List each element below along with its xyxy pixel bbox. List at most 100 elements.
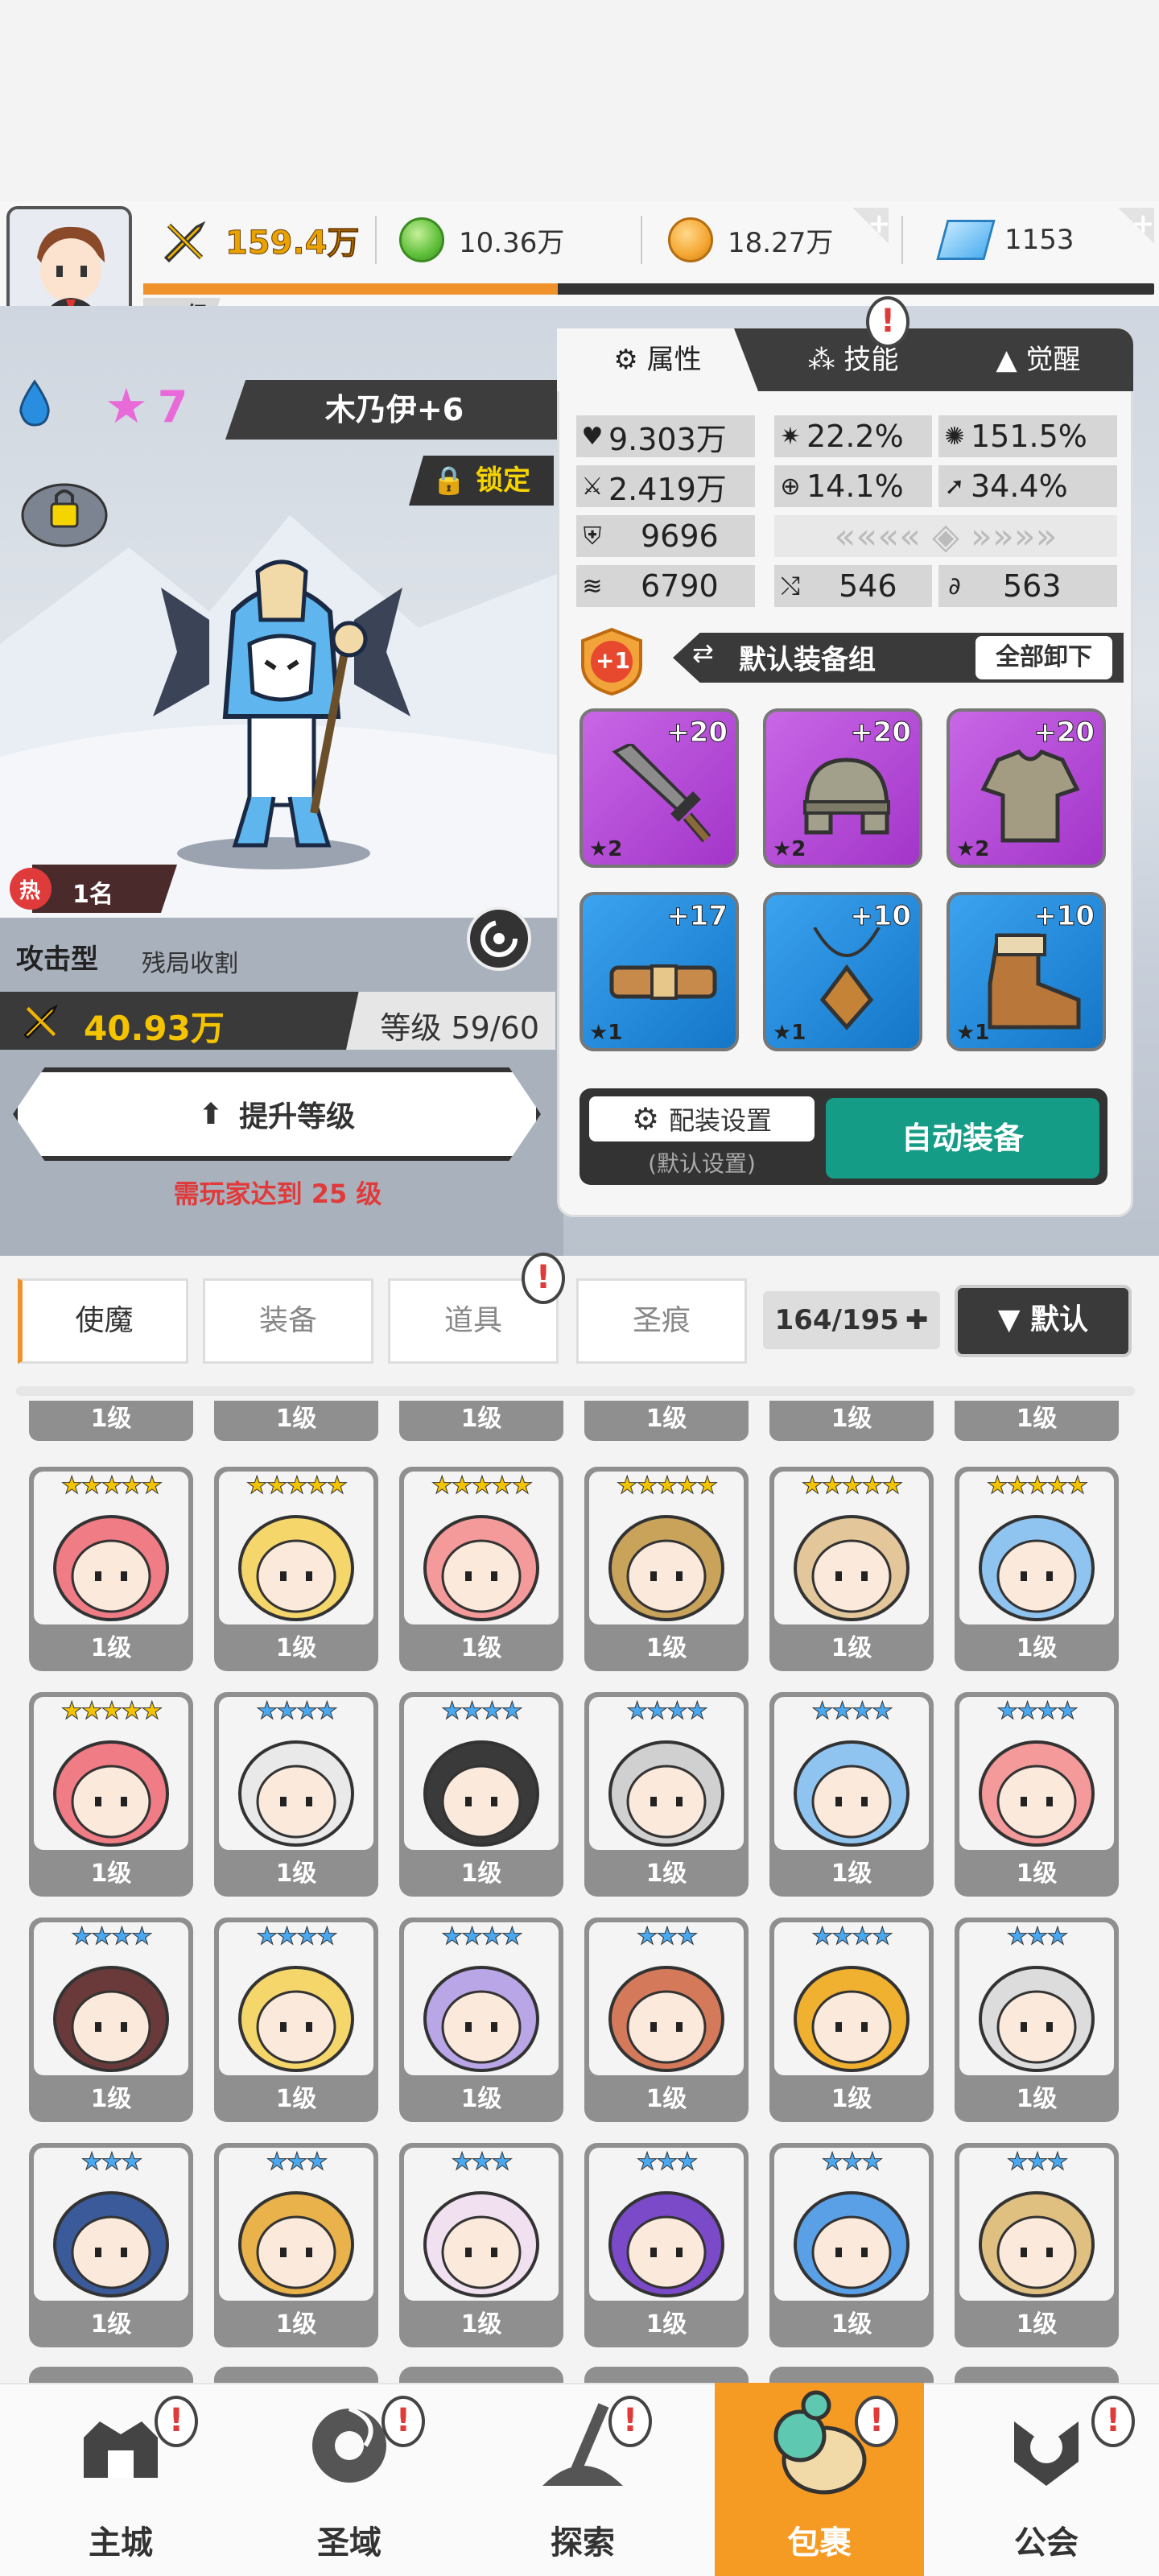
familiar-card[interactable]: ★★★ 1级 — [399, 2143, 563, 2347]
star-rating: ★★★★★ — [245, 1472, 348, 1501]
swap-icon[interactable]: ⇄ — [692, 638, 714, 668]
tab-equipment[interactable]: 装备 — [203, 1278, 373, 1364]
familiar-card[interactable]: ★★★★★ 1级 — [955, 1467, 1119, 1671]
star-rating: ★★★ — [1006, 1922, 1069, 1951]
card-level: 1级 — [831, 2085, 872, 2113]
familiar-card[interactable]: ★★★ 1级 — [584, 1918, 749, 2122]
star-rating: ★★★★ — [996, 1697, 1079, 1726]
skill-icon: ⁂ — [807, 344, 835, 376]
familiar-card[interactable]: ★★★★★ 1级 — [584, 1467, 749, 1671]
divider — [901, 216, 903, 264]
familiar-card[interactable]: ★★★★ 1级 — [399, 1692, 563, 1897]
equip-group-name: 默认装备组 — [739, 644, 876, 676]
familiar-card[interactable]: ★★★★ 1级 — [214, 1692, 378, 1897]
castle-icon — [84, 2421, 158, 2478]
water-element-icon — [16, 378, 53, 427]
hero-character-art — [145, 555, 419, 877]
card-level[interactable]: 1级 — [955, 1401, 1119, 1441]
card-level: 1级 — [460, 2310, 502, 2339]
familiar-card[interactable]: ★★★★ 1级 — [769, 1692, 934, 1897]
tab-awaken[interactable]: ▲ 觉醒 — [950, 328, 1127, 391]
dodge-icon: ➚ — [944, 472, 965, 501]
upgrade-level-button[interactable]: ⬆ 提升等级 — [13, 1067, 541, 1161]
star-rating: ★★★ — [821, 2148, 884, 2177]
stat-hit: ⊕ 14.1% — [774, 465, 932, 507]
hero-stars: 7 — [157, 381, 188, 432]
familiar-card[interactable]: ★★★ 1级 — [955, 1918, 1119, 2122]
tab-skills[interactable]: ⁂ 技能 — [765, 328, 942, 391]
sort-dropdown[interactable]: ▼ 默认 — [955, 1285, 1132, 1357]
familiar-card[interactable]: ★★★★ 1级 — [214, 1918, 378, 2122]
familiar-card[interactable]: ★★★ 1级 — [29, 2143, 193, 2347]
burst-icon: ✺ — [944, 422, 965, 451]
card-level[interactable]: 1级 — [214, 1401, 378, 1441]
alert-icon: ! — [155, 2396, 198, 2447]
hero-role: 攻击型 — [16, 943, 98, 976]
green-coin-amount: 10.36万 — [459, 226, 565, 259]
hero-power: 40.93万 — [84, 1009, 225, 1048]
card-level: 1级 — [831, 1860, 872, 1888]
equip-slot-weapon[interactable]: +20 ★2 — [580, 708, 739, 868]
familiar-card[interactable]: ★★★★★ 1级 — [29, 1467, 193, 1671]
star-rating: ★★★★ — [71, 1922, 154, 1951]
familiar-card[interactable]: ★★★★ 1级 — [584, 1692, 749, 1897]
stat-dodge: ➚ 34.4% — [938, 465, 1117, 507]
familiar-card[interactable]: ★★★★ 1级 — [955, 1692, 1119, 1897]
loadout-settings-button[interactable]: ⚙ 配装设置 — [589, 1096, 815, 1141]
scrollbar[interactable] — [16, 1386, 1135, 1396]
necklace-icon — [813, 927, 881, 1030]
tab-attributes[interactable]: ⚙ 属性 — [557, 328, 758, 391]
card-level: 1级 — [645, 2310, 687, 2339]
familiar-card[interactable]: ★★★★★ 1级 — [769, 1467, 934, 1671]
locked-stat-row: «««« ◈ »»»» — [774, 515, 1117, 557]
familiar-card[interactable]: ★★★★★ 1级 — [29, 1692, 193, 1897]
rotate-view-button[interactable] — [467, 906, 531, 971]
card-level: 1级 — [90, 2310, 132, 2339]
equip-slot-necklace[interactable]: +10 ★1 — [763, 892, 922, 1051]
equip-slot-boots[interactable]: +10 ★1 — [947, 892, 1106, 1051]
card-level[interactable]: 1级 — [399, 1401, 563, 1441]
tab-stigmata[interactable]: 圣痕 — [576, 1278, 747, 1364]
stat-speed: ≋ 6790 — [576, 565, 755, 607]
tab-familiars[interactable]: 使魔 — [18, 1278, 188, 1364]
familiar-card[interactable]: ★★★★ 1级 — [29, 1918, 193, 2122]
familiar-card[interactable]: ★★★★★ 1级 — [214, 1467, 378, 1671]
familiar-card[interactable]: ★★★★ 1级 — [399, 1918, 563, 2122]
star-rating: ★★★★ — [441, 1922, 524, 1951]
resist-icon: ⤭ — [781, 572, 800, 601]
star-rating: ★★★★★ — [616, 1472, 718, 1501]
equip-slot-helmet[interactable]: +20 ★2 — [763, 708, 922, 868]
unequip-all-button[interactable]: 全部卸下 — [975, 636, 1112, 679]
familiar-card[interactable]: ★★★★ 1级 — [769, 1918, 934, 2122]
crosshair-icon: ⊕ — [780, 472, 801, 501]
faction-badge-icon[interactable] — [16, 470, 113, 551]
hero-role-desc: 残局收割 — [142, 950, 238, 978]
lock-button[interactable]: 🔒 锁定 — [409, 456, 554, 506]
alert-icon: ! — [608, 2396, 652, 2447]
capacity-counter[interactable]: 164/195 ✚ — [763, 1291, 940, 1349]
equip-slot-armor[interactable]: +20 ★2 — [947, 708, 1106, 868]
helmet-icon — [803, 758, 890, 835]
lock-icon: 🔒 — [431, 464, 467, 497]
familiar-card[interactable]: ★★★ 1级 — [769, 2143, 934, 2347]
hot-label: 热 — [19, 879, 41, 903]
plus-one-badge-icon[interactable]: +1 — [571, 625, 652, 697]
equip-slot-belt[interactable]: +17 ★1 — [580, 892, 739, 1051]
star-rating: ★★★ — [80, 2148, 143, 2177]
card-level[interactable]: 1级 — [29, 1401, 193, 1441]
familiar-card[interactable]: ★★★★★ 1级 — [399, 1467, 563, 1671]
auto-equip-button[interactable]: 自动装备 — [826, 1098, 1099, 1179]
arrow-up-icon: ⬆ — [198, 1097, 224, 1131]
card-level[interactable]: 1级 — [584, 1401, 749, 1441]
plus-icon: ✚ — [905, 1304, 929, 1336]
card-level: 1级 — [275, 1860, 317, 1888]
familiar-card[interactable]: ★★★ 1级 — [214, 2143, 378, 2347]
card-level[interactable]: 1级 — [769, 1401, 934, 1441]
speed-icon: ≋ — [582, 572, 603, 601]
familiar-card[interactable]: ★★★ 1级 — [584, 2143, 749, 2347]
total-power: 159.4万 — [225, 225, 361, 262]
familiar-card[interactable]: ★★★ 1级 — [955, 2143, 1119, 2347]
card-level: 1级 — [275, 1634, 317, 1662]
star-rating: ★★★★ — [811, 1697, 894, 1726]
star-rating: ★★★ — [636, 1922, 699, 1951]
